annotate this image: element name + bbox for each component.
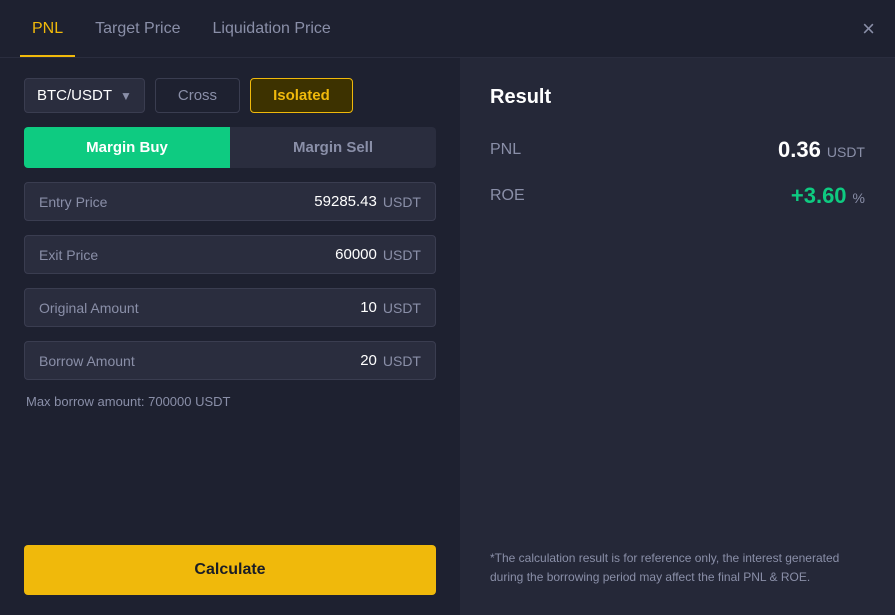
max-borrow-text: Max borrow amount: 700000 USDT	[24, 394, 436, 409]
main-content: BTC/USDT ▼ Cross Isolated Margin Buy Mar…	[0, 58, 895, 615]
exit-price-value-row: 60000 USDT	[335, 246, 421, 263]
original-amount-label: Original Amount	[39, 300, 139, 316]
exit-price-value: 60000	[335, 246, 377, 263]
borrow-amount-label: Borrow Amount	[39, 353, 135, 369]
entry-price-value-row: 59285.43 USDT	[314, 193, 421, 210]
original-amount-field[interactable]: Original Amount 10 USDT	[24, 288, 436, 327]
borrow-amount-unit: USDT	[383, 353, 421, 369]
pnl-value-group: 0.36 USDT	[778, 137, 865, 163]
pnl-value: 0.36	[778, 137, 821, 163]
mode-row: BTC/USDT ▼ Cross Isolated	[24, 78, 436, 113]
left-panel: BTC/USDT ▼ Cross Isolated Margin Buy Mar…	[0, 58, 460, 615]
symbol-value: BTC/USDT	[37, 87, 112, 104]
original-amount-value: 10	[360, 299, 377, 316]
exit-price-unit: USDT	[383, 247, 421, 263]
entry-price-field[interactable]: Entry Price 59285.43 USDT	[24, 182, 436, 221]
roe-label: ROE	[490, 187, 525, 205]
exit-price-field[interactable]: Exit Price 60000 USDT	[24, 235, 436, 274]
roe-row: ROE +3.60 %	[490, 183, 865, 209]
roe-value: +3.60	[791, 183, 847, 209]
tab-target-price[interactable]: Target Price	[83, 0, 192, 57]
pnl-row: PNL 0.36 USDT	[490, 137, 865, 163]
margin-sell-button[interactable]: Margin Sell	[230, 127, 436, 168]
disclaimer-text: *The calculation result is for reference…	[490, 549, 865, 587]
direction-row: Margin Buy Margin Sell	[24, 127, 436, 168]
tab-liquidation-price[interactable]: Liquidation Price	[201, 0, 343, 57]
roe-value-group: +3.60 %	[791, 183, 865, 209]
pnl-unit: USDT	[827, 144, 865, 160]
entry-price-value: 59285.43	[314, 193, 377, 210]
borrow-amount-field[interactable]: Borrow Amount 20 USDT	[24, 341, 436, 380]
original-amount-value-row: 10 USDT	[360, 299, 421, 316]
symbol-select[interactable]: BTC/USDT ▼	[24, 78, 145, 113]
calculate-button[interactable]: Calculate	[24, 545, 436, 595]
pnl-label: PNL	[490, 141, 521, 159]
modal-container: PNL Target Price Liquidation Price × BTC…	[0, 0, 895, 615]
chevron-down-icon: ▼	[120, 89, 132, 103]
entry-price-label: Entry Price	[39, 194, 107, 210]
tab-bar: PNL Target Price Liquidation Price ×	[0, 0, 895, 58]
exit-price-label: Exit Price	[39, 247, 98, 263]
result-title: Result	[490, 86, 865, 109]
roe-unit: %	[853, 190, 865, 206]
borrow-amount-value: 20	[360, 352, 377, 369]
borrow-amount-value-row: 20 USDT	[360, 352, 421, 369]
cross-mode-button[interactable]: Cross	[155, 78, 240, 113]
close-button[interactable]: ×	[862, 18, 875, 40]
right-panel: Result PNL 0.36 USDT ROE +3.60 % *The ca…	[460, 58, 895, 615]
original-amount-unit: USDT	[383, 300, 421, 316]
entry-price-unit: USDT	[383, 194, 421, 210]
isolated-mode-button[interactable]: Isolated	[250, 78, 353, 113]
tab-pnl[interactable]: PNL	[20, 0, 75, 57]
margin-buy-button[interactable]: Margin Buy	[24, 127, 230, 168]
